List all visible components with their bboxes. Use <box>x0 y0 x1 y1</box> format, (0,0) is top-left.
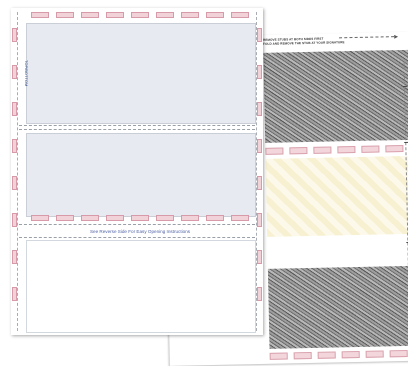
back-perforation-tabs <box>265 144 404 155</box>
perforation-tab <box>206 215 224 221</box>
top-perforation-tabs <box>31 12 249 18</box>
perforation-tab <box>156 215 174 221</box>
side-tab <box>12 28 17 42</box>
perforation-tab <box>337 145 356 154</box>
side-tab <box>257 65 262 79</box>
yellow-tint-pattern <box>265 155 408 237</box>
perforation-tab <box>341 350 360 359</box>
perforation-line <box>19 224 255 225</box>
perforation-tab <box>265 147 284 155</box>
perforation-line <box>19 237 255 238</box>
middle-perforation-tabs <box>31 215 249 221</box>
perforation-tab <box>81 215 99 221</box>
perforation-tab <box>389 349 408 358</box>
left-side-tabs <box>12 28 17 301</box>
perforation-tab <box>293 351 312 360</box>
perforation-tab <box>361 145 380 153</box>
perforation-tab <box>181 12 199 18</box>
side-tab <box>257 213 262 227</box>
left-perforation <box>17 12 18 331</box>
perforation-tab <box>317 351 336 359</box>
side-tab <box>12 102 17 116</box>
perforation-tab <box>31 215 49 221</box>
perforation-tab <box>289 147 308 155</box>
right-side-tabs <box>257 28 262 301</box>
perforation-tab <box>56 215 74 221</box>
perforation-tab <box>31 12 49 18</box>
fold-mark <box>403 85 408 87</box>
side-tab <box>12 250 17 264</box>
vertical-label: TOP/BOTTOM <box>24 60 29 87</box>
perforation-tab <box>206 12 224 18</box>
perforation-tab <box>231 215 249 221</box>
fold-mark <box>404 141 408 143</box>
perforation-tab <box>56 12 74 18</box>
side-tab <box>257 102 262 116</box>
perforation-tab <box>313 146 332 154</box>
instructions-line-2: FOLD AND REMOVE THE STUB AT YOUR SIGNATU… <box>263 40 345 46</box>
side-tab <box>257 287 262 301</box>
side-tab <box>12 287 17 301</box>
perforation-tab <box>156 12 174 18</box>
back-perforation-tabs-bottom <box>269 349 408 360</box>
middle-stub-area <box>26 133 256 217</box>
perforation-tab <box>231 12 249 18</box>
side-tab <box>12 213 17 227</box>
side-tab <box>12 65 17 79</box>
perforation-tab <box>181 215 199 221</box>
side-tab <box>257 176 262 190</box>
perforation-tab <box>269 352 288 360</box>
upper-stub-area <box>26 23 256 124</box>
side-tab <box>12 176 17 190</box>
perforation-tab <box>365 350 384 358</box>
easy-opening-instructions: See Reverse Side For Easy Opening Instru… <box>89 229 191 234</box>
perforation-tab <box>81 12 99 18</box>
lower-blank-area <box>26 240 256 333</box>
security-pattern-top <box>263 49 408 143</box>
back-instructions: REMOVE STUBS AT BOTH SIDES FIRST FOLD AN… <box>263 36 345 46</box>
perforation-tab <box>385 144 404 153</box>
perforation-tab <box>131 215 149 221</box>
perforation-line <box>19 129 255 130</box>
tear-arrow <box>339 36 395 40</box>
perforation-tab <box>106 12 124 18</box>
side-tab <box>12 139 17 153</box>
side-tab <box>257 28 262 42</box>
side-tab <box>257 139 262 153</box>
perforation-tab <box>106 215 124 221</box>
perforation-line <box>19 125 255 126</box>
security-pattern-bottom <box>267 265 408 349</box>
front-sheet: TOP/BOTTOM See Reverse Side For Easy Ope… <box>11 8 263 335</box>
side-tab <box>257 250 262 264</box>
perforation-tab <box>131 12 149 18</box>
